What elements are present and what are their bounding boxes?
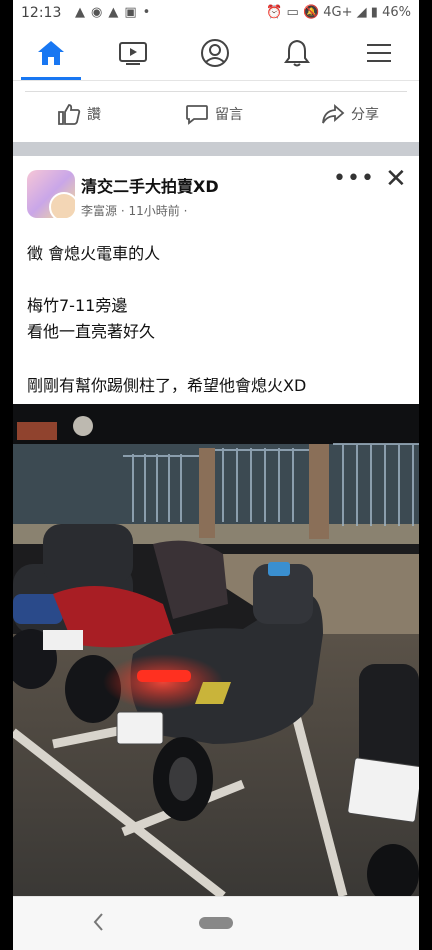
comment-icon: [186, 105, 208, 125]
more-options-button[interactable]: •••: [333, 166, 375, 191]
mute-icon: 🔕: [302, 5, 320, 20]
back-button[interactable]: [87, 909, 111, 935]
profile-icon: [201, 39, 229, 67]
share-icon: [322, 104, 345, 124]
cast-icon: ▭: [286, 5, 299, 20]
nav-profile[interactable]: [185, 28, 245, 78]
author-name[interactable]: 李富源: [81, 204, 117, 218]
top-navigation: [13, 28, 419, 81]
group-name[interactable]: 清交二手大拍賣XD: [81, 173, 219, 197]
post-time[interactable]: 11小時前: [128, 204, 179, 218]
post-text-line: 看他一直亮著好久: [27, 322, 156, 341]
share-label: 分享: [351, 107, 379, 123]
notification-icons: ▲◉▲▣•: [75, 5, 157, 20]
comment-button[interactable]: 留言: [185, 103, 243, 125]
alarm-icon: ⏰: [266, 5, 283, 20]
thumbs-up-icon: [58, 104, 81, 125]
nav-menu[interactable]: [349, 28, 409, 78]
bell-icon: [284, 39, 310, 67]
system-navigation-bar: [13, 896, 419, 950]
share-button[interactable]: 分享: [321, 103, 379, 125]
nav-watch[interactable]: [103, 28, 163, 78]
post-text-line: 剛剛有幫你踢側柱了，希望他會熄火XD: [27, 376, 307, 395]
nav-home[interactable]: [21, 28, 81, 80]
post-photo[interactable]: [13, 404, 419, 896]
signal-icon: ◢: [356, 5, 367, 20]
battery-level: 46%: [382, 5, 411, 20]
status-time: 12:13: [21, 5, 62, 21]
chevron-left-icon: [93, 913, 103, 931]
close-button[interactable]: ✕: [385, 164, 407, 194]
meta-separator: ·: [183, 204, 188, 218]
feed-separator: [13, 142, 419, 156]
author-avatar: [49, 192, 75, 218]
nav-notifications[interactable]: [267, 28, 327, 78]
scooter-scene-image: [13, 404, 419, 896]
post-action-bar: 讚 留言 分享: [13, 80, 419, 143]
post-text-line: 徵 會熄火電車的人: [27, 244, 161, 263]
home-button[interactable]: [199, 917, 233, 929]
post-meta: 李富源 · 11小時前 ·: [81, 202, 187, 219]
like-label: 讚: [87, 107, 101, 123]
post-text-line: 梅竹7-11旁邊: [27, 296, 128, 315]
menu-icon: [367, 44, 391, 62]
like-button[interactable]: 讚: [57, 103, 101, 125]
network-type: 4G+: [323, 5, 353, 20]
divider: [25, 91, 407, 92]
battery-icon: ▮: [370, 5, 378, 20]
home-icon: [38, 41, 64, 65]
more-icon: •••: [333, 166, 375, 191]
screen: 12:13 ▲◉▲▣• ⏰ ▭ 🔕 4G+ ◢ ▮ 46% 讚 留言 分享 清交…: [13, 0, 419, 950]
group-avatar[interactable]: [27, 170, 75, 218]
video-icon: [119, 42, 147, 65]
status-bar: 12:13 ▲◉▲▣• ⏰ ▭ 🔕 4G+ ◢ ▮ 46%: [13, 0, 419, 28]
comment-label: 留言: [215, 107, 243, 123]
close-icon: ✕: [385, 164, 407, 194]
status-right: ⏰ ▭ 🔕 4G+ ◢ ▮ 46%: [266, 5, 411, 20]
